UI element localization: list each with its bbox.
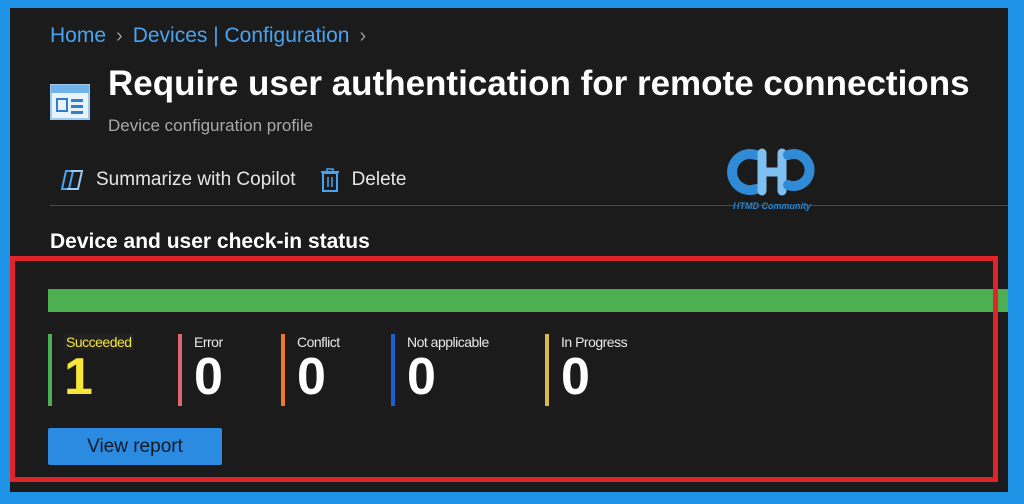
section-title: Device and user check-in status xyxy=(50,230,370,253)
profile-icon xyxy=(50,84,90,120)
breadcrumb-devices-configuration[interactable]: Devices | Configuration xyxy=(133,24,350,48)
toolbar-divider xyxy=(50,205,1008,206)
watermark-text: HTMD Community xyxy=(733,201,811,211)
delete-label: Delete xyxy=(351,169,407,190)
summarize-copilot-button[interactable]: Summarize with Copilot xyxy=(60,169,296,191)
chevron-right-icon: › xyxy=(116,24,123,47)
page-subtitle: Device configuration profile xyxy=(108,116,314,135)
page-title: Require user authentication for remote c… xyxy=(108,64,970,103)
breadcrumb: Home › Devices | Configuration › xyxy=(50,24,376,48)
copilot-icon xyxy=(60,170,84,190)
highlight-annotation-box xyxy=(10,256,998,482)
trash-icon xyxy=(320,168,339,192)
breadcrumb-home[interactable]: Home xyxy=(50,24,106,48)
profile-panel: Home › Devices | Configuration › Require… xyxy=(10,8,1008,492)
chevron-right-icon: › xyxy=(359,24,367,47)
copilot-label: Summarize with Copilot xyxy=(96,169,296,190)
delete-button[interactable]: Delete xyxy=(320,168,407,192)
toolbar: Summarize with Copilot Delete xyxy=(60,168,431,192)
